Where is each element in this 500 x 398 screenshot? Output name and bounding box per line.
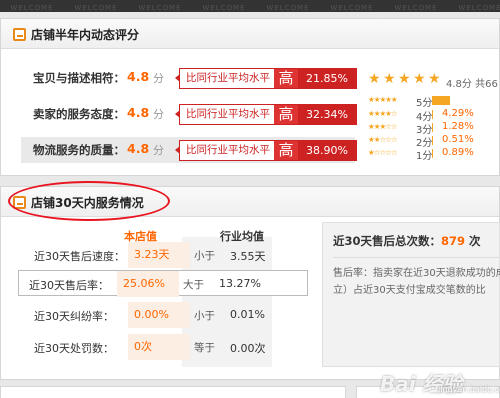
star-icon: ★ [398, 71, 411, 87]
service-row: 近30天处罚数： 0次 等于 0.00次 [24, 334, 306, 360]
service-value: 3.23天 [128, 242, 190, 268]
after-sale-total: 近30天售后总次数：879 次 [333, 233, 481, 249]
shop-icon [13, 28, 26, 41]
welcome-text: WELCOME [330, 4, 374, 12]
rating-dist-row: ★★★★★ 5分 [368, 94, 500, 109]
stars-4-icon: ★★★★☆ [368, 109, 398, 118]
dsr-score: 4.8 [127, 69, 150, 84]
dsr-score: 4.8 [127, 105, 150, 120]
dsr-compare: 比同行业平均水平 高 38.90% [175, 140, 357, 161]
service-label: 近30天售后率： [29, 279, 109, 292]
welcome-text: WELCOME [458, 4, 500, 12]
dsr-row-description: 宝贝与描述相符： 4.8 分 比同行业平均水平 高 21.85% [29, 65, 357, 91]
dsr-row-service: 卖家的服务态度： 4.8 分 比同行业平均水平 高 32.34% [29, 101, 357, 127]
dist-bar [432, 136, 433, 145]
dsr-compare: 比同行业平均水平 高 21.85% [175, 68, 357, 89]
compare-percent: 38.90% [306, 144, 348, 157]
star-half-icon: ★ [428, 71, 441, 87]
bottom-panel-left [0, 386, 346, 398]
star-icon: ★ [368, 71, 381, 87]
stars-2-icon: ★★☆☆☆ [368, 135, 398, 144]
dsr-row-logistics: 物流服务的质量： 4.8 分 比同行业平均水平 高 38.90% [21, 137, 357, 163]
service-compare: 大于 [183, 279, 204, 291]
welcome-text: WELCOME [202, 4, 246, 12]
dist-label: 1分 [416, 151, 433, 162]
service-compare: 小于 [194, 250, 215, 262]
service-avg: 3.55天 [230, 250, 266, 263]
dsr-compare: 比同行业平均水平 高 32.34% [175, 104, 357, 125]
dist-bar [432, 123, 433, 132]
compare-percent: 21.85% [306, 72, 348, 85]
service-row: 近30天纠纷率： 0.00% 小于 0.01% [24, 302, 306, 328]
dsr-panel-header: 店铺半年内动态评分 [1, 19, 499, 49]
service-avg: 0.01% [230, 308, 265, 321]
welcome-text: WELCOME [10, 4, 54, 12]
rating-average: 4.8分 共66 [446, 75, 498, 90]
dsr-label: 卖家的服务态度： [33, 107, 125, 121]
rating-average-value: 4.8分 [446, 79, 472, 90]
dist-percent: 4.29% [442, 108, 474, 119]
welcome-text: WELCOME [394, 4, 438, 12]
dist-bar [432, 96, 450, 105]
after-sale-total-label: 近30天售后总次数： [333, 234, 442, 248]
dsr-unit: 分 [153, 108, 164, 121]
welcome-text: WELCOME [266, 4, 310, 12]
after-sale-count-unit: 次 [465, 234, 481, 248]
dist-label: 5分 [416, 98, 433, 109]
dist-percent: 1.28% [442, 121, 474, 132]
service-value: 0次 [128, 334, 190, 360]
service-label: 近30天售后速度： [34, 250, 125, 263]
stars-3-icon: ★★★☆☆ [368, 122, 398, 131]
after-sale-description: 售后率：指卖家在近30天退款成功的成立）占近30天支付宝成交笔数的比 [333, 268, 500, 296]
service-avg: 13.27% [219, 277, 261, 290]
service-row: 近30天售后速度： 3.23天 小于 3.55天 [24, 242, 306, 268]
dsr-score: 4.8 [127, 141, 150, 156]
welcome-text: WELCOME [138, 4, 182, 12]
stars-1-icon: ★☆☆☆☆ [368, 148, 398, 157]
dsr-label: 宝贝与描述相符： [33, 71, 125, 85]
star-icon: ★ [413, 71, 426, 87]
compare-direction: 高 [274, 69, 298, 88]
rating-dist-row: ★★☆☆☆ 2分 0.51% [368, 134, 500, 149]
after-sale-detail-panel: 近30天售后总次数：879 次 售后率：指卖家在近30天退款成功的成立）占近30… [322, 222, 500, 367]
service-value: 25.06% [117, 271, 179, 297]
rating-dist-row: ★☆☆☆☆ 1分 0.89% [368, 147, 500, 162]
service-value: 0.00% [128, 302, 190, 328]
service-compare: 小于 [194, 310, 215, 322]
dsr-panel-title: 店铺半年内动态评分 [31, 28, 140, 42]
compare-label: 比同行业平均水平 [175, 141, 274, 160]
rating-total: 共66 [475, 79, 498, 90]
dist-bar [432, 110, 433, 119]
rating-dist-row: ★★★☆☆ 3分 1.28% [368, 121, 500, 136]
compare-label: 比同行业平均水平 [175, 105, 274, 124]
compare-percent: 32.34% [306, 108, 348, 121]
highlight-circle [8, 181, 170, 221]
dsr-label: 物流服务的质量： [33, 143, 125, 157]
service-avg: 0.00次 [230, 342, 266, 355]
top-welcome-bar: WELCOME WELCOME WELCOME WELCOME WELCOME WELCO… [0, 0, 500, 12]
after-sale-count: 879 [441, 234, 466, 248]
dist-bar [432, 149, 433, 158]
stars-5-icon: ★★★★★ [368, 95, 398, 104]
service-row-selected[interactable]: 近30天售后率： 25.06% 大于 13.27% [18, 270, 330, 297]
compare-direction: 高 [274, 141, 298, 160]
watermark-url: jingyan.baidu.com [438, 385, 500, 394]
welcome-text: WELCOME [74, 4, 118, 12]
rating-dist-row: ★★★★☆ 4分 4.29% [368, 108, 500, 123]
dist-percent: 0.51% [442, 134, 474, 145]
dsr-unit: 分 [153, 144, 164, 157]
divider [333, 257, 499, 258]
dist-percent: 0.89% [442, 147, 474, 158]
dsr-unit: 分 [153, 72, 164, 85]
service-compare: 等于 [194, 342, 215, 354]
star-icon: ★ [383, 71, 396, 87]
service-label: 近30天处罚数： [34, 342, 114, 355]
service-label: 近30天纠纷率： [34, 310, 114, 323]
compare-label: 比同行业平均水平 [175, 69, 274, 88]
compare-direction: 高 [274, 105, 298, 124]
